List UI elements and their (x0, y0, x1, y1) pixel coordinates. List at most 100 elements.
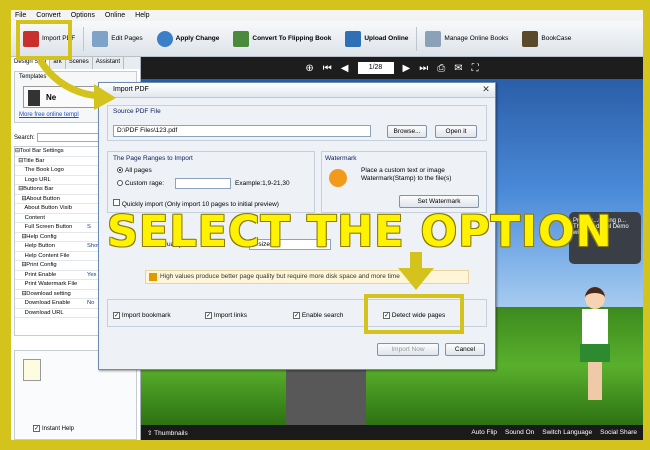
quick-import-checkbox[interactable] (113, 199, 120, 206)
social-share-button[interactable]: Social Share (600, 429, 637, 436)
instant-help-label: Instant Help (42, 425, 75, 432)
open-it-button[interactable]: Open it (435, 125, 477, 138)
warning-icon (149, 273, 157, 281)
enable-search-option[interactable]: ✓ Enable search (293, 312, 343, 319)
menu-file[interactable]: File (15, 12, 26, 19)
sound-on-button[interactable]: Sound On (505, 429, 534, 436)
tree-row-label: About Button Visib (15, 205, 72, 212)
bookcase-label: BookCase (541, 35, 572, 42)
assistant-character-legs (588, 362, 602, 400)
apply-change-button[interactable]: Apply Change (151, 26, 226, 52)
zoom-in-icon[interactable]: ⊕ (305, 63, 313, 74)
ranges-title: The Page Ranges to Import (113, 155, 193, 162)
tree-row-label: Print Enable (15, 271, 57, 278)
import-now-button[interactable]: Import Now (377, 343, 439, 356)
switch-language-button[interactable]: Switch Language (542, 429, 592, 436)
assistant-character-skirt (580, 344, 610, 362)
print-icon[interactable]: ⎙ (437, 63, 445, 74)
instant-help-checkbox[interactable]: ✓ (33, 425, 40, 432)
tree-row-value[interactable]: Yes (85, 272, 96, 278)
instant-help-row[interactable]: ✓ Instant Help (33, 425, 74, 432)
manage-books-icon (425, 30, 442, 47)
all-pages-radio[interactable] (117, 167, 123, 174)
convert-label: Convert To Flipping Book (252, 35, 332, 42)
tree-row-label: The Book Logo (15, 167, 64, 174)
edit-pages-icon (92, 30, 109, 47)
menu-help[interactable]: Help (135, 12, 149, 19)
import-links-checkbox[interactable]: ✓ (205, 312, 212, 319)
toolbar-separator (83, 26, 85, 51)
import-pdf-highlight (16, 20, 72, 60)
arrow-icon (37, 58, 116, 110)
tree-row-value[interactable]: S (85, 224, 91, 230)
next-page-icon[interactable]: ▶ (403, 63, 411, 74)
tree-row-label: ⊟About Button (15, 195, 60, 202)
edit-pages-button[interactable]: Edit Pages (86, 26, 148, 52)
tree-row-label: ⊟Buttons Bar (15, 186, 54, 193)
tree-row-label: Help Button (15, 243, 55, 250)
first-page-icon[interactable]: ⏮ (323, 63, 332, 74)
page-indicator[interactable]: 1/28 (357, 62, 394, 74)
instruction-overlay-text: SELECT THE OPTION (107, 207, 613, 257)
tree-row-label: Full Screen Button (15, 224, 73, 231)
manage-online-books-label: Manage Online Books (444, 35, 509, 42)
import-bookmark-checkbox[interactable]: ✓ (113, 312, 120, 319)
tree-row-label: ⊟Print Config (15, 262, 57, 269)
source-path-input[interactable]: D:\PDF Files\123.pdf (113, 125, 371, 137)
tree-row-label: ⊟Download setting (15, 290, 71, 297)
tree-row-label: Download Enable (15, 300, 71, 307)
watermark-title: Watermark (325, 155, 357, 162)
menu-options[interactable]: Options (71, 12, 95, 19)
tree-row-label: ⊟Tool Bar Settings (15, 148, 64, 155)
last-page-icon[interactable]: ⏭ (419, 63, 428, 74)
note-icon (23, 359, 41, 381)
menu-online[interactable]: Online (105, 12, 125, 19)
search-label: Search: (14, 134, 35, 141)
import-bookmark-option[interactable]: ✓ Import bookmark (113, 312, 171, 319)
watermark-stamp-icon (329, 169, 347, 187)
custom-range-radio[interactable] (117, 180, 123, 187)
convert-button[interactable]: Convert To Flipping Book (227, 26, 337, 52)
watermark-description: Place a custom text or image Watermark(S… (361, 167, 452, 182)
thumbnails-label: Thumbnails (154, 429, 188, 437)
tree-row-label: Logo URL (15, 176, 51, 183)
fullscreen-icon[interactable]: ⛶ (472, 63, 479, 74)
tree-row-label: ⊟Title Bar (15, 157, 45, 164)
email-icon[interactable]: ✉ (454, 63, 462, 74)
custom-range-option[interactable]: Custom rage: (117, 180, 164, 187)
import-links-option[interactable]: ✓ Import links (205, 312, 247, 319)
all-pages-option[interactable]: All pages (117, 167, 152, 174)
tree-row-label: Print Watermark File (15, 281, 78, 288)
auto-flip-button[interactable]: Auto Flip (471, 429, 497, 436)
thumbnails-button[interactable]: ⇧ Thumbnails (147, 429, 188, 437)
convert-icon (233, 30, 250, 47)
import-bookmark-label: Import bookmark (121, 312, 171, 319)
edit-pages-label: Edit Pages (111, 35, 143, 42)
custom-range-label: Custom rage: (125, 180, 165, 187)
tree-row-value[interactable]: No (85, 300, 94, 306)
cancel-button[interactable]: Cancel (445, 343, 485, 356)
preview-bottom-bar: ⇧ Thumbnails Auto Flip Sound On Switch L… (141, 425, 643, 440)
upload-icon (345, 30, 362, 47)
bookcase-button[interactable]: BookCase (516, 26, 577, 52)
apply-change-icon (156, 30, 173, 47)
warning-text: High values produce better page quality … (160, 273, 400, 280)
close-icon[interactable]: ✕ (481, 85, 491, 95)
dialog-title: Import PDF (99, 83, 495, 98)
upload-online-button[interactable]: Upload Online (339, 26, 414, 52)
browse-button[interactable]: Browse... (387, 125, 427, 138)
manage-online-books-button[interactable]: Manage Online Books (419, 26, 514, 52)
down-arrow-icon (398, 252, 434, 290)
menu-convert[interactable]: Convert (36, 12, 61, 19)
toolbar: Import PDF Edit Pages Apply Change Conve… (11, 21, 643, 57)
example-text: Example:1,9-21,30 (235, 180, 290, 187)
assistant-character-body (582, 309, 608, 349)
tree-row-label: ⊟Help Config (15, 233, 57, 240)
upload-online-label: Upload Online (364, 35, 409, 42)
tree-row-label: Content (15, 214, 45, 221)
toolbar-separator (416, 26, 418, 51)
custom-range-input[interactable] (175, 178, 231, 189)
enable-search-checkbox[interactable]: ✓ (293, 312, 300, 319)
bottom-right-controls: Auto Flip Sound On Switch Language Socia… (471, 429, 637, 436)
previous-page-icon[interactable]: ◀ (341, 63, 349, 74)
